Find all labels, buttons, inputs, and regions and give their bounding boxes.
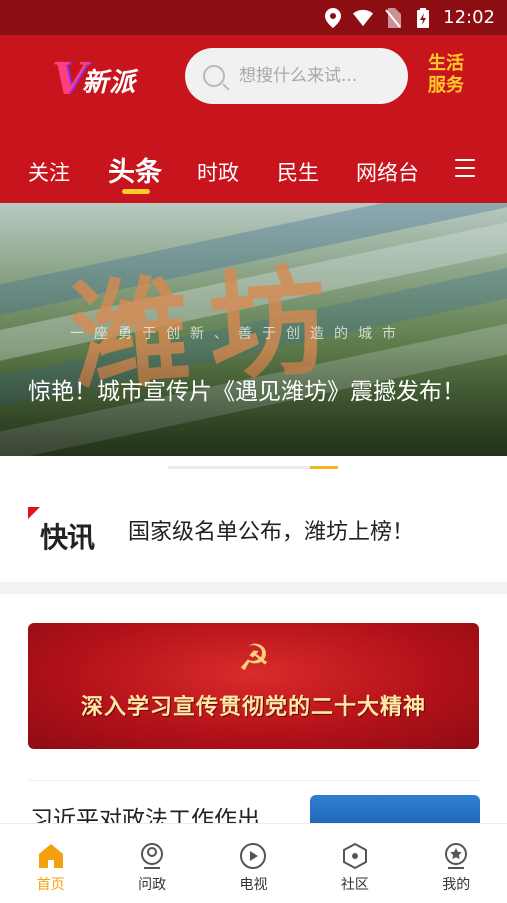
promo-banner-slogan: 深入学习宣传贯彻党的二十大精神 (80, 695, 426, 720)
search-input[interactable] (239, 66, 389, 86)
nav-tv[interactable]: 电视 (203, 824, 304, 903)
nav-inquiry-label: 问政 (138, 877, 167, 893)
life-service-label-line1: 生活 (428, 53, 464, 74)
hero-overlay-slogan: 一座勇于创新、善于创造的城市 (70, 326, 406, 342)
flash-badge: 快讯 (28, 507, 114, 554)
nav-inquiry[interactable]: 问政 (101, 824, 202, 903)
status-time: 12:02 (443, 7, 495, 28)
flash-corner-icon (28, 507, 40, 519)
flash-news[interactable]: 快讯 国家级名单公布，潍坊上榜！ (0, 490, 507, 580)
nav-community-label: 社区 (340, 877, 369, 893)
wifi-icon (353, 8, 374, 28)
life-service-label-line2: 服务 (428, 75, 464, 96)
channel-tabs: 关注 头条 时政 民生 网络台 (0, 145, 507, 195)
news-separator (28, 780, 479, 781)
search-icon (203, 65, 225, 87)
section-divider (0, 582, 507, 594)
location-icon (323, 7, 343, 28)
active-tab-indicator (122, 189, 150, 194)
nav-mine-label: 我的 (442, 877, 471, 893)
app-header: V 新派 生活 服务 关注 头条 时政 民生 网络台 (0, 35, 507, 203)
tab-politics[interactable]: 时政 (197, 157, 239, 187)
tab-livelihood[interactable]: 民生 (277, 157, 319, 187)
star-user-icon (445, 843, 468, 869)
play-icon (240, 843, 267, 869)
tab-network-tv[interactable]: 网络台 (356, 157, 419, 187)
nav-community[interactable]: 社区 (304, 824, 405, 903)
nav-home[interactable]: 首页 (0, 824, 101, 903)
hexagon-icon (342, 842, 367, 870)
app-logo[interactable]: V 新派 (52, 55, 162, 105)
search-bar[interactable] (185, 48, 408, 104)
logo-mark: V (52, 54, 87, 105)
user-badge-icon (141, 843, 164, 869)
battery-charging-icon (413, 7, 433, 28)
life-service-button[interactable]: 生活 服务 (424, 53, 468, 97)
tab-follow[interactable]: 关注 (28, 157, 70, 187)
status-bar: 12:02 (0, 0, 507, 35)
nav-tv-label: 电视 (239, 877, 268, 893)
home-icon (38, 844, 63, 868)
promo-banner[interactable]: ☭ 深入学习宣传贯彻党的二十大精神 (28, 623, 479, 749)
logo-text: 新派 (82, 67, 137, 98)
channel-menu-icon[interactable] (455, 159, 475, 177)
bottom-nav: 首页 问政 电视 社区 我的 (0, 823, 507, 903)
carousel-indicator (0, 456, 507, 482)
tab-headlines[interactable]: 头条 (108, 150, 162, 189)
hero-carousel[interactable]: 潍坊 一座勇于创新、善于创造的城市 惊艳！城市宣传片《遇见潍坊》震撼发布！ (0, 203, 507, 456)
nav-mine[interactable]: 我的 (406, 824, 507, 903)
party-emblem-icon: ☭ (237, 638, 271, 679)
hero-caption[interactable]: 惊艳！城市宣传片《遇见潍坊》震撼发布！ (28, 378, 478, 407)
nav-home-label: 首页 (36, 877, 65, 893)
flash-badge-text: 快讯 (40, 521, 95, 554)
no-sim-icon (383, 7, 403, 28)
carousel-active-indicator (310, 466, 338, 469)
flash-headline[interactable]: 国家级名单公布，潍坊上榜！ (128, 514, 414, 546)
